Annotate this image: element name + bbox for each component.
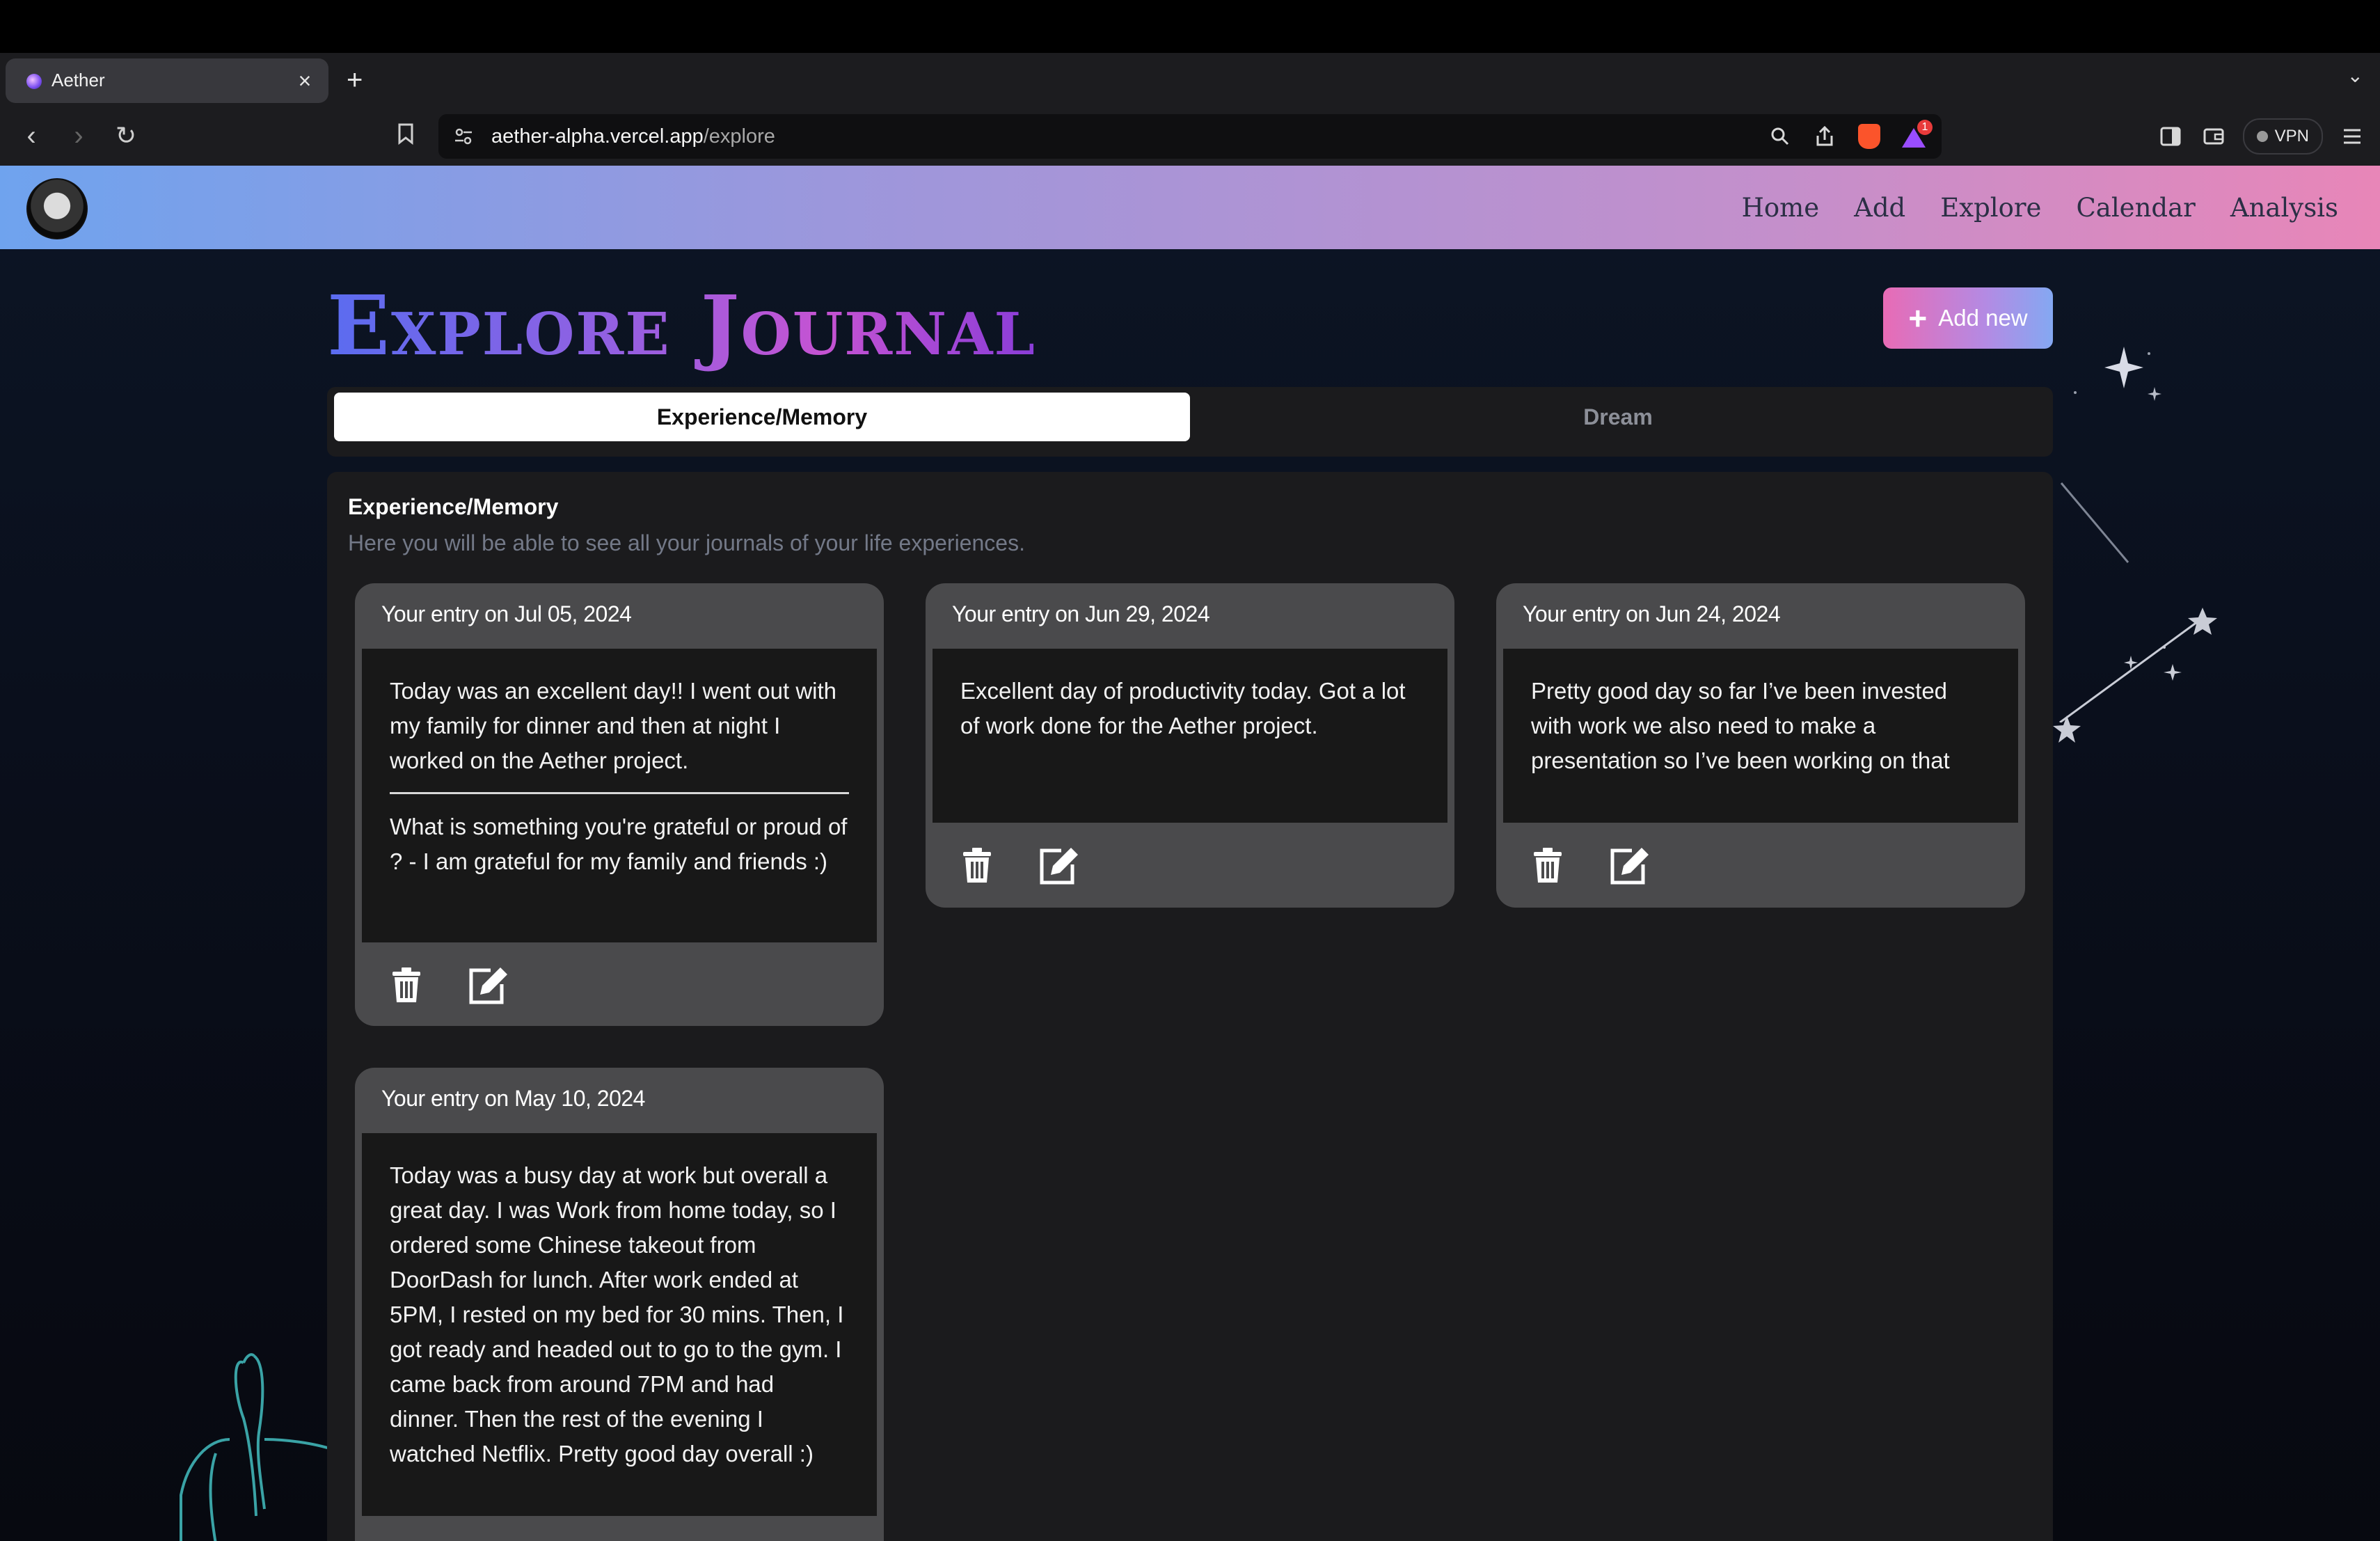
entry-prompt-answer: What is something you're grateful or pro… <box>390 814 848 874</box>
site-settings-icon[interactable] <box>454 127 473 146</box>
entry-text: Today was an excellent day!! I went out … <box>390 678 837 773</box>
entry-body: Today was a busy day at work but overall… <box>362 1133 877 1516</box>
nav-explore[interactable]: Explore <box>1940 193 2041 223</box>
brave-rewards-icon[interactable]: 1 <box>1900 120 1933 150</box>
vpn-label: VPN <box>2274 127 2309 145</box>
edit-icon[interactable] <box>1608 844 1652 888</box>
trash-icon[interactable] <box>384 963 429 1008</box>
trash-icon[interactable] <box>955 844 999 888</box>
new-tab-button[interactable]: + <box>347 63 363 97</box>
tab-title: Aether <box>51 70 105 90</box>
back-button[interactable]: ‹ <box>15 120 47 152</box>
edit-icon[interactable] <box>466 963 511 1008</box>
tab-dream[interactable]: Dream <box>1190 393 2046 441</box>
nav-add[interactable]: Add <box>1854 193 1905 223</box>
entry-date: Your entry on Jun 24, 2024 <box>1523 601 1781 626</box>
hand-with-pen-decoration <box>180 1353 334 1541</box>
reload-button[interactable]: ↻ <box>110 120 142 152</box>
entry-text: Today was a busy day at work but overall… <box>390 1162 844 1467</box>
address-bar[interactable]: aether-alpha.vercel.app/explore 1 <box>438 114 1942 159</box>
entry-body: Excellent day of productivity today. Got… <box>933 649 1447 823</box>
menu-icon[interactable] <box>2338 123 2366 150</box>
entry-date: Your entry on Jul 05, 2024 <box>381 601 632 626</box>
add-new-label: Add new <box>1938 305 2028 331</box>
page-title: Explore Journal <box>327 277 1036 374</box>
journal-entry-card: Your entry on Jul 05, 2024 Today was an … <box>355 583 884 1026</box>
sidebar-icon[interactable] <box>2157 123 2184 150</box>
entry-text: Pretty good day so far I’ve been investe… <box>1531 678 1950 773</box>
url-path: /explore <box>703 125 775 148</box>
nav-analysis[interactable]: Analysis <box>2230 193 2338 223</box>
wallet-icon[interactable] <box>2200 123 2228 150</box>
constellation-decoration <box>2059 347 2217 722</box>
nav-home[interactable]: Home <box>1742 193 1820 223</box>
avatar[interactable] <box>26 178 88 239</box>
entry-date: Your entry on Jun 29, 2024 <box>952 601 1210 626</box>
tab-experience-memory[interactable]: Experience/Memory <box>334 393 1190 441</box>
entry-divider <box>390 792 849 794</box>
entries-panel: Experience/Memory Here you will be able … <box>327 472 2053 1541</box>
plus-icon: + <box>1908 300 1928 336</box>
forward-button[interactable]: › <box>63 120 95 152</box>
nav-calendar[interactable]: Calendar <box>2076 193 2195 223</box>
app-nav: Home Add Explore Calendar Analysis <box>1742 166 2338 249</box>
trash-icon[interactable] <box>1525 844 1570 888</box>
share-icon[interactable] <box>1811 123 1839 150</box>
edit-icon[interactable] <box>1037 844 1081 888</box>
app-header: Home Add Explore Calendar Analysis <box>0 166 2380 249</box>
section-description: Here you will be able to see all your jo… <box>348 530 1025 555</box>
url-host: aether-alpha.vercel.app <box>491 125 704 148</box>
zoom-icon[interactable] <box>1766 123 1794 150</box>
entry-date: Your entry on May 10, 2024 <box>381 1086 645 1111</box>
journal-entry-card: Your entry on Jun 29, 2024 Excellent day… <box>926 583 1454 908</box>
vpn-status-icon <box>2256 131 2268 142</box>
aether-favicon-icon <box>26 74 42 89</box>
journal-entry-card: Your entry on Jun 24, 2024 Pretty good d… <box>1496 583 2025 908</box>
url-text[interactable]: aether-alpha.vercel.app/explore <box>491 125 775 148</box>
entry-type-tabs: Experience/Memory Dream <box>327 387 2053 457</box>
entry-body: Pretty good day so far I’ve been investe… <box>1503 649 2018 823</box>
entry-text: Excellent day of productivity today. Got… <box>960 678 1406 738</box>
browser-tab[interactable]: Aether × <box>6 58 328 103</box>
bookmark-icon[interactable] <box>390 120 422 152</box>
chevron-down-icon[interactable]: ⌄ <box>2347 64 2363 87</box>
section-title: Experience/Memory <box>348 494 559 519</box>
journal-entry-card: Your entry on May 10, 2024 Today was a b… <box>355 1068 884 1541</box>
tab-close-icon[interactable]: × <box>291 65 319 96</box>
vpn-button[interactable]: VPN <box>2242 118 2323 155</box>
page: Home Add Explore Calendar Analysis Explo… <box>0 166 2380 1541</box>
add-new-button[interactable]: + Add new <box>1883 287 2053 349</box>
macos-menubar-area <box>0 0 2380 53</box>
entry-body: Today was an excellent day!! I went out … <box>362 649 877 942</box>
brave-shields-icon[interactable] <box>1855 123 1883 150</box>
rewards-badge: 1 <box>1917 120 1933 135</box>
